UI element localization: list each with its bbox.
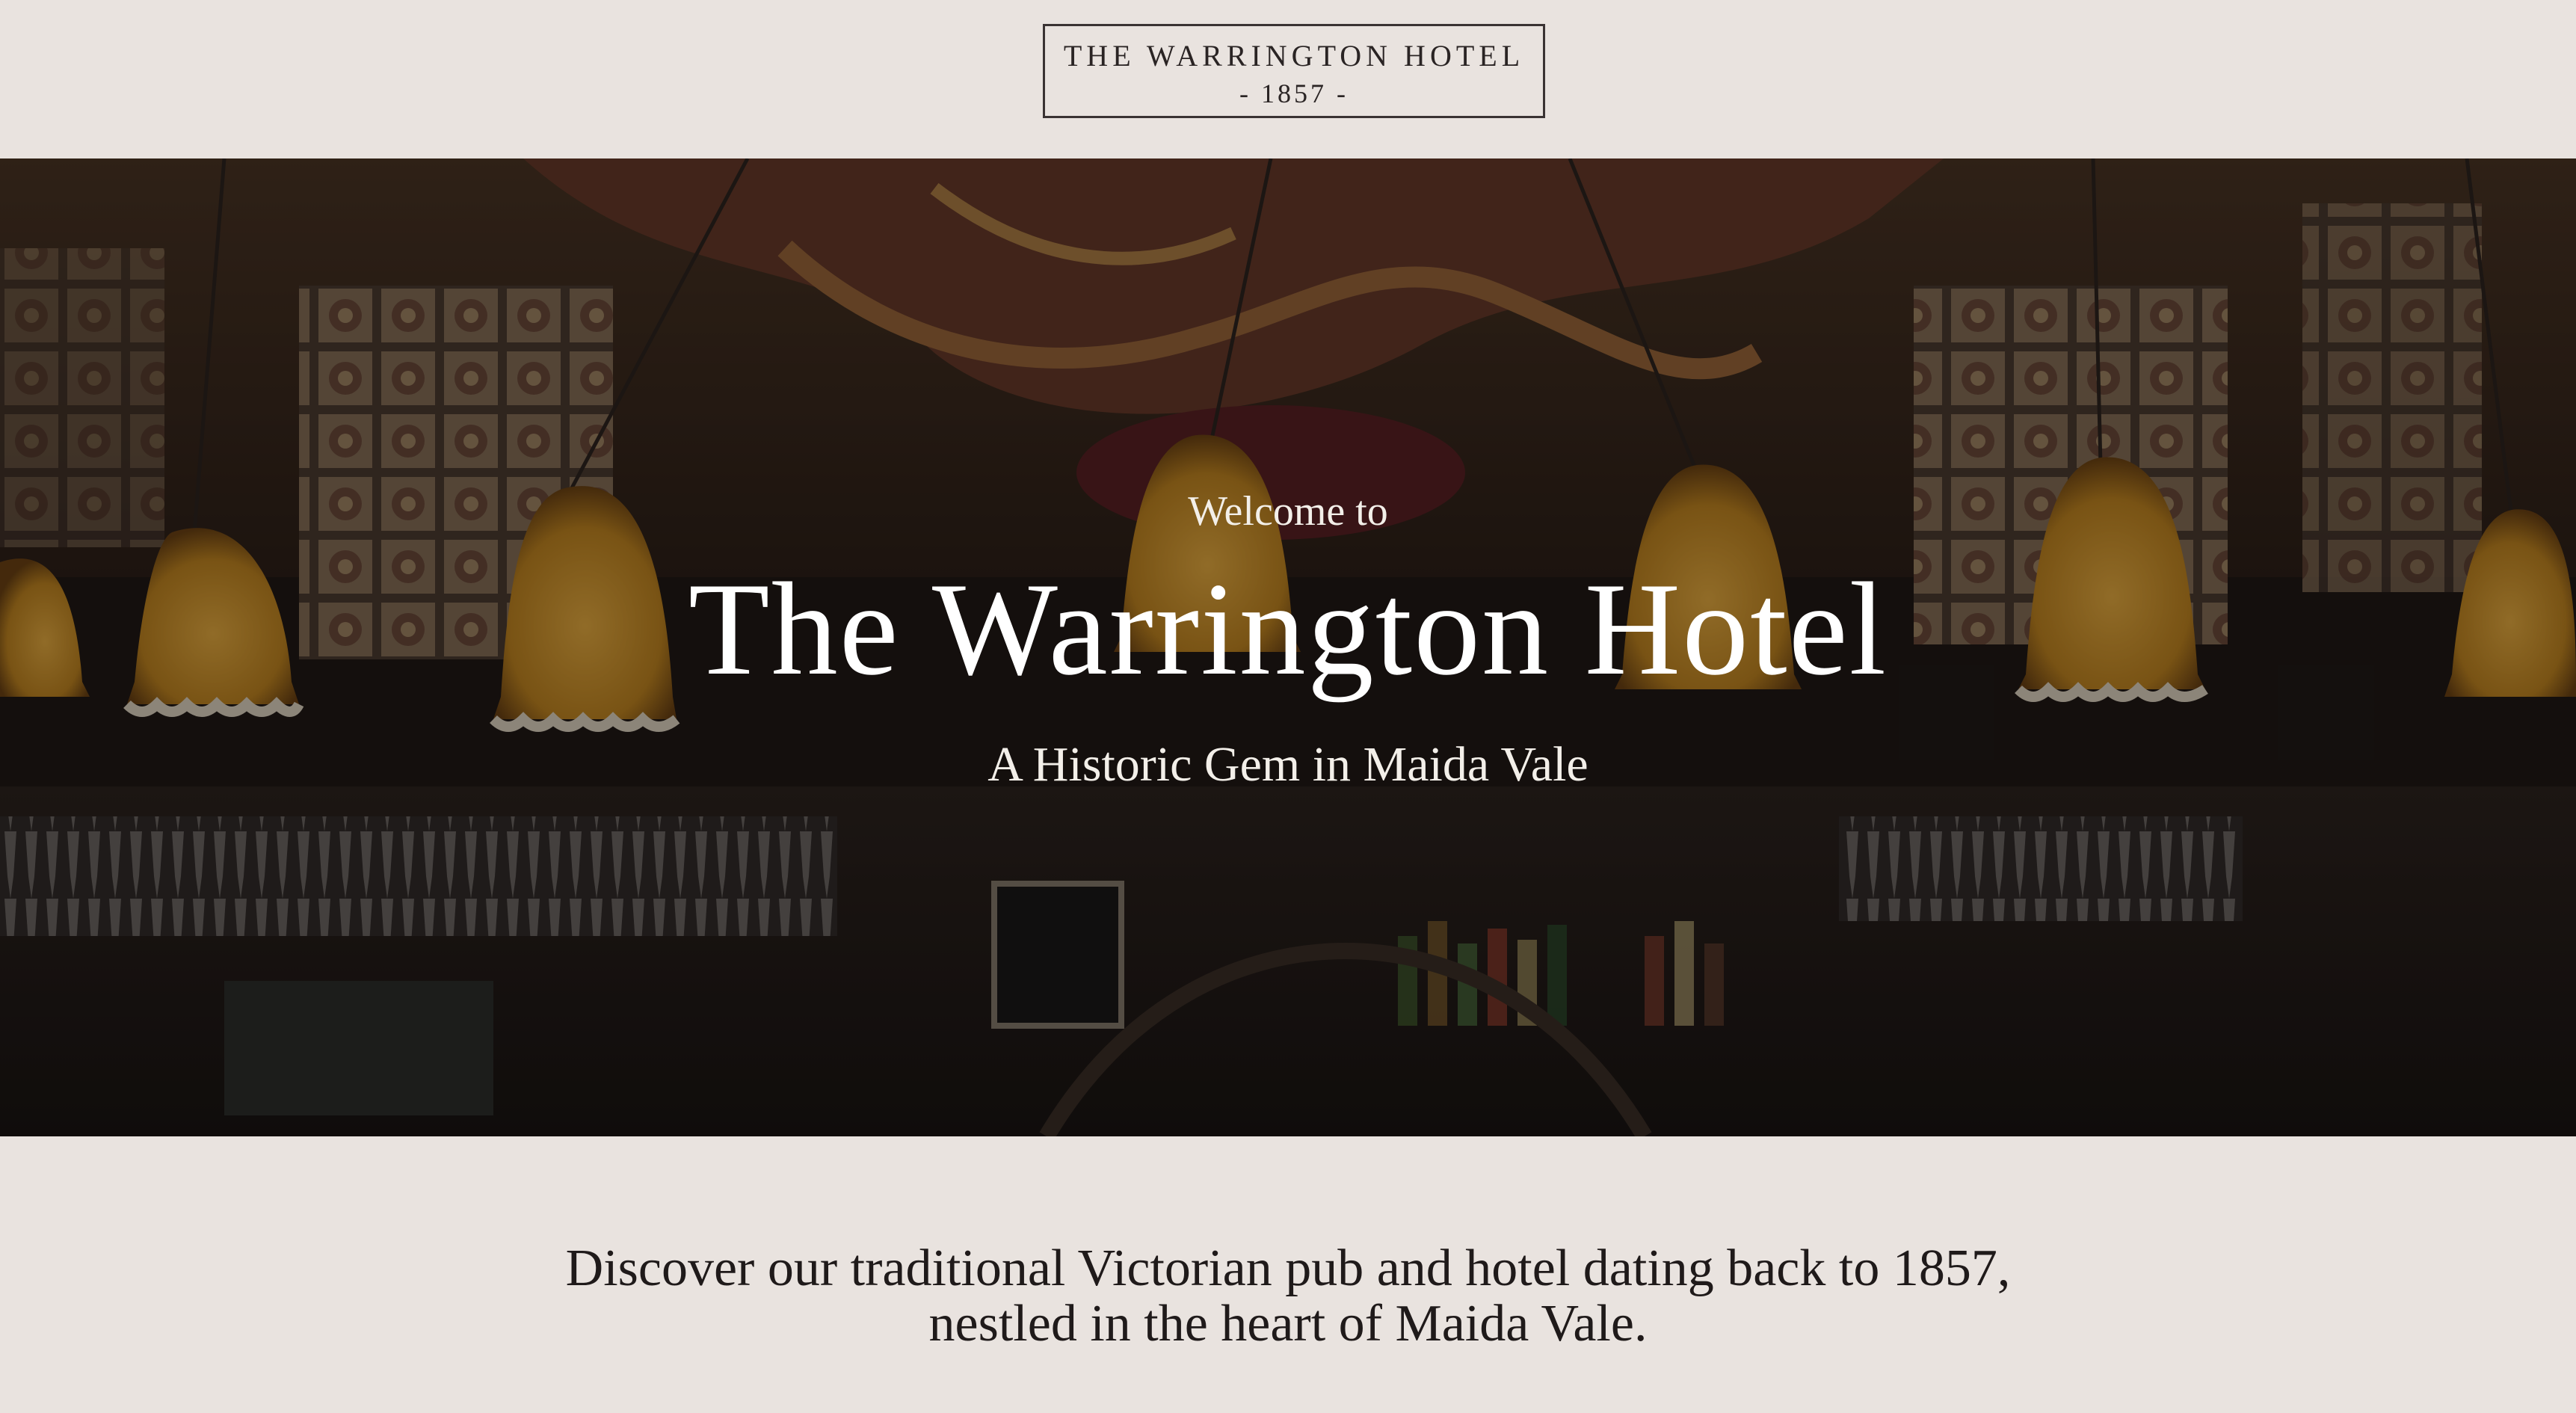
hero-banner: Welcome to The Warrington Hotel A Histor… bbox=[0, 158, 2576, 1136]
logo-name: THE WARRINGTON HOTEL bbox=[1063, 39, 1525, 73]
hotel-logo[interactable]: THE WARRINGTON HOTEL - 1857 - bbox=[1043, 24, 1545, 118]
hero-subtitle: A Historic Gem in Maida Vale bbox=[987, 737, 1589, 792]
intro-text: Discover our traditional Victorian pub a… bbox=[565, 1240, 2011, 1352]
hero-welcome-text: Welcome to bbox=[1188, 488, 1388, 535]
hero-title: The Warrington Hotel bbox=[688, 555, 1888, 703]
intro-section: Discover our traditional Victorian pub a… bbox=[0, 1136, 2576, 1413]
logo-year: - 1857 - bbox=[1239, 78, 1349, 108]
site-header: THE WARRINGTON HOTEL - 1857 - bbox=[0, 0, 2576, 158]
